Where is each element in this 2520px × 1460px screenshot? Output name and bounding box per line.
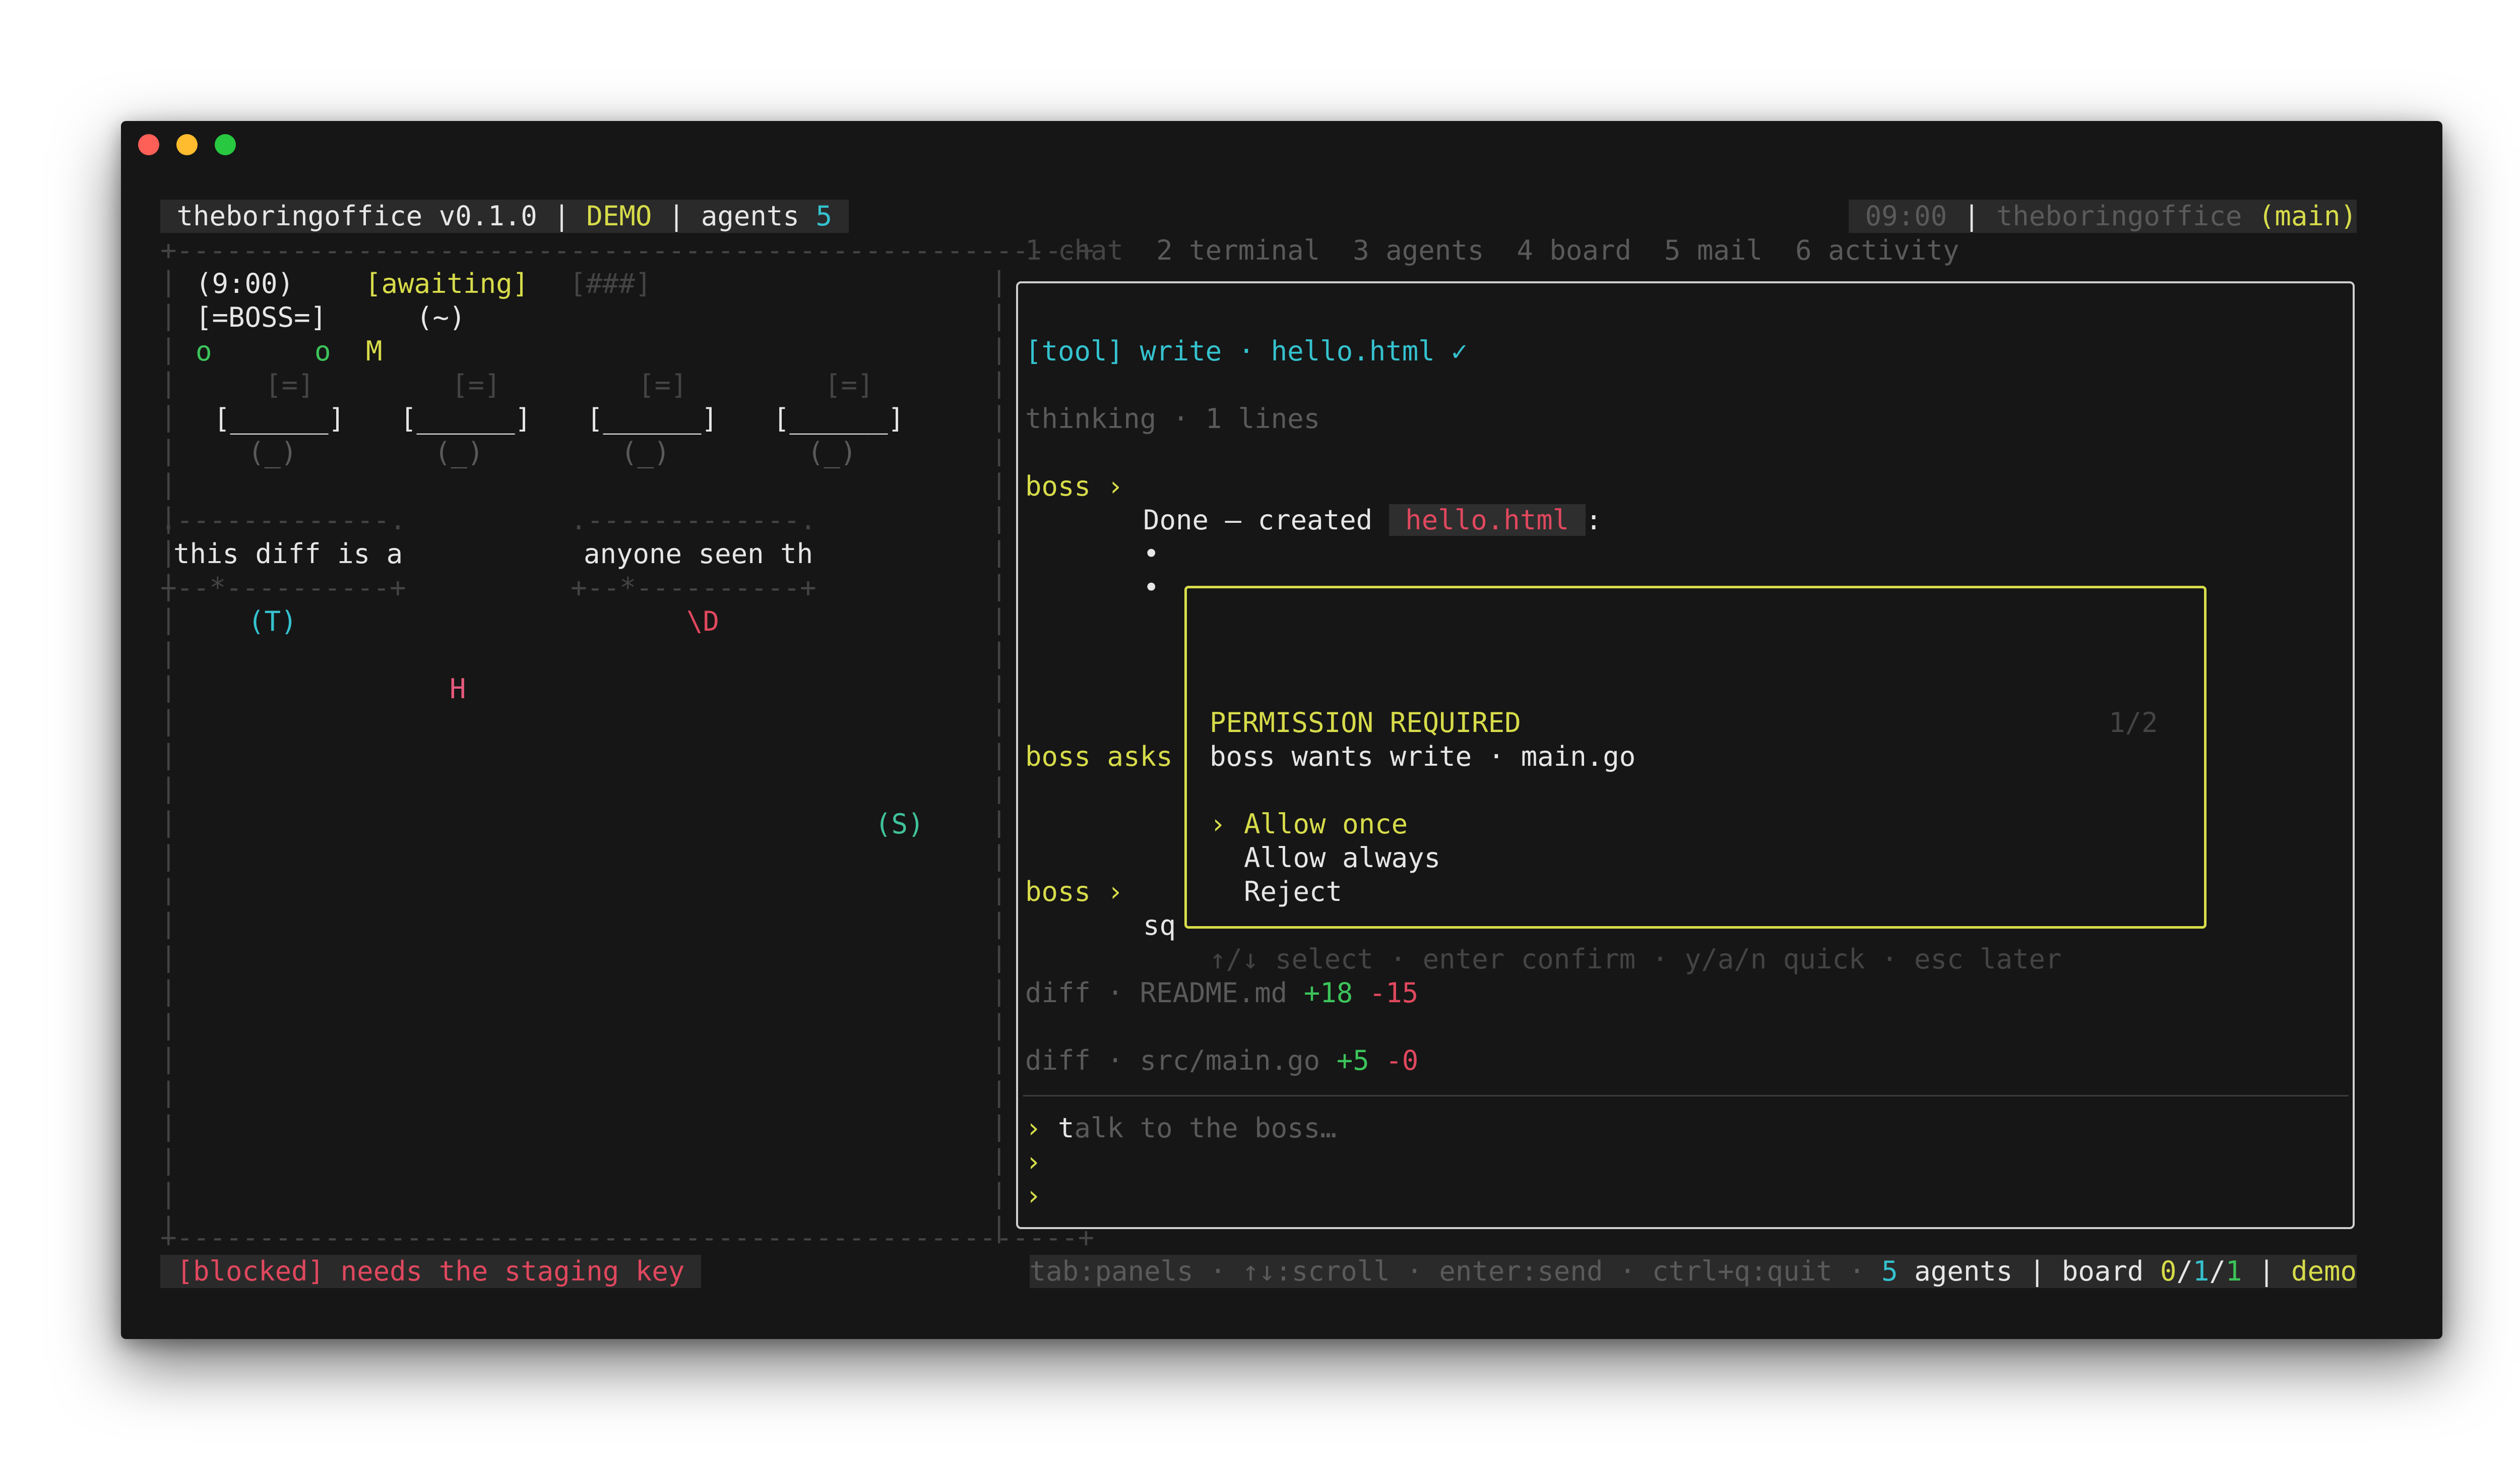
agent-h: H bbox=[450, 673, 466, 705]
desk-table-4: [______] bbox=[773, 403, 905, 435]
tab-mail[interactable]: 5 mail bbox=[1664, 234, 1762, 266]
chat-input[interactable]: › talk to the boss… bbox=[1025, 1112, 1337, 1145]
boss-desk: [=BOSS=] bbox=[196, 301, 327, 333]
permission-hint: ↑/↓ select · enter confirm · y/a/n quick… bbox=[1210, 943, 2062, 975]
speech-bubble-text: this diff is a bbox=[173, 538, 403, 570]
office-border-left: | | | | | | | | | | | | | | | | | | | | … bbox=[160, 266, 177, 1243]
tab-terminal[interactable]: 2 terminal bbox=[1156, 234, 1320, 266]
option-selector: › bbox=[1210, 808, 1226, 840]
tool-call-line: [tool] write · hello.html ✓ bbox=[1025, 335, 1468, 367]
option-reject[interactable]: Reject bbox=[1244, 875, 1342, 908]
office-border-right: | | | | | | | | | | | | | | | | | | | | … bbox=[991, 266, 1007, 1243]
permission-request: boss wants write · main.go bbox=[1210, 741, 1636, 772]
tab-activity[interactable]: 6 activity bbox=[1795, 234, 1959, 266]
input-prompt-2: › bbox=[1025, 1146, 1042, 1178]
desk-monitor-1: [=] bbox=[265, 369, 314, 401]
input-prompt-3: › bbox=[1025, 1180, 1042, 1211]
minimize-window-button[interactable] bbox=[176, 134, 198, 155]
diff-line-main-go[interactable]: diff · src/main.go +5 -0 bbox=[1025, 1044, 1418, 1077]
agent-count: 5 bbox=[815, 200, 832, 232]
bullet-1: • bbox=[1143, 538, 1160, 570]
terminal-window: theboringoffice v0.1.0 | DEMO | agents 5… bbox=[121, 121, 2442, 1339]
office-border-bottom: +---------------------------------------… bbox=[160, 1222, 1095, 1253]
agent-o-2: o bbox=[314, 335, 331, 367]
desk-table-3: [______] bbox=[587, 403, 718, 435]
office-time: (9:00) bbox=[196, 268, 294, 299]
input-divider bbox=[1023, 1095, 2349, 1097]
office-border-top: +---------------------------------------… bbox=[160, 234, 1095, 266]
tab-agents[interactable]: 3 agents bbox=[1353, 234, 1484, 266]
boss-status: [awaiting] bbox=[365, 268, 529, 299]
desk-monitor-2: [=] bbox=[452, 369, 501, 401]
agent-o-1: o bbox=[196, 335, 212, 367]
desk-monitor-4: [=] bbox=[825, 369, 874, 401]
mode-indicator: demo bbox=[2291, 1255, 2357, 1287]
option-allow-once[interactable]: Allow once bbox=[1244, 808, 1408, 841]
input-cursor: t bbox=[1058, 1112, 1075, 1144]
boss-message: Done — created hello.html : bbox=[1143, 504, 1602, 536]
branch-name: (main) bbox=[2258, 200, 2357, 232]
header-app-info: theboringoffice v0.1.0 | DEMO | agents 5 bbox=[160, 200, 849, 233]
file-chip[interactable]: hello.html bbox=[1389, 504, 1586, 536]
permission-title: PERMISSION REQUIRED bbox=[1210, 707, 1521, 739]
bullet-2: • bbox=[1143, 572, 1160, 603]
boss-face: (~) bbox=[416, 301, 466, 333]
desk-chair-2: (_) bbox=[434, 437, 484, 468]
input-placeholder: alk to the boss… bbox=[1074, 1112, 1337, 1144]
close-window-button[interactable] bbox=[138, 134, 159, 155]
desk-chair-1: (_) bbox=[248, 437, 297, 468]
tab-bar: 1 chat 2 terminal 3 agents 4 board 5 mai… bbox=[1025, 234, 1959, 267]
desk-chair-3: (_) bbox=[621, 437, 670, 468]
keybind-status: tab:panels · ↑↓:scroll · enter:send · ct… bbox=[1029, 1255, 2357, 1288]
permission-counter: 1/2 bbox=[2109, 707, 2158, 739]
agent-s: (S) bbox=[875, 808, 924, 840]
speech-bubble-text: anyone seen th bbox=[584, 538, 813, 570]
keybind-hints: tab:panels · ↑↓:scroll · enter:send · ct… bbox=[1029, 1255, 1882, 1287]
desk-table-2: [______] bbox=[400, 403, 532, 435]
tab-board[interactable]: 4 board bbox=[1517, 234, 1631, 266]
agent-m: M bbox=[366, 335, 383, 367]
mode-badge: DEMO bbox=[586, 200, 652, 232]
desk-table-1: [______] bbox=[214, 403, 345, 435]
boss-asks-label: boss asks bbox=[1025, 741, 1173, 772]
diff-line-readme[interactable]: diff · README.md +18 -15 bbox=[1025, 977, 1418, 1010]
repo-name: theboringoffice bbox=[1996, 200, 2242, 232]
app-name: theboringoffice v0.1.0 bbox=[176, 200, 537, 232]
blocked-status: [blocked] needs the staging key bbox=[160, 1255, 701, 1288]
option-allow-always[interactable]: Allow always bbox=[1244, 841, 1440, 875]
desk-monitor-3: [=] bbox=[638, 369, 687, 401]
clock: 09:00 bbox=[1865, 200, 1947, 232]
agent-d: \D bbox=[686, 605, 720, 637]
input-prompt: › bbox=[1025, 1112, 1042, 1144]
agent-t: (T) bbox=[248, 605, 297, 637]
boss-label: boss › bbox=[1025, 470, 1124, 502]
header-repo-info: 09:00 | theboringoffice (main) bbox=[1849, 200, 2357, 233]
boss-label-2: boss › bbox=[1025, 876, 1124, 907]
progress-indicator: [###] bbox=[570, 268, 652, 299]
thinking-line: thinking · 1 lines bbox=[1025, 403, 1320, 435]
boss-partial-message: sq bbox=[1143, 909, 1176, 941]
desk-chair-4: (_) bbox=[807, 437, 857, 468]
maximize-window-button[interactable] bbox=[215, 134, 236, 155]
